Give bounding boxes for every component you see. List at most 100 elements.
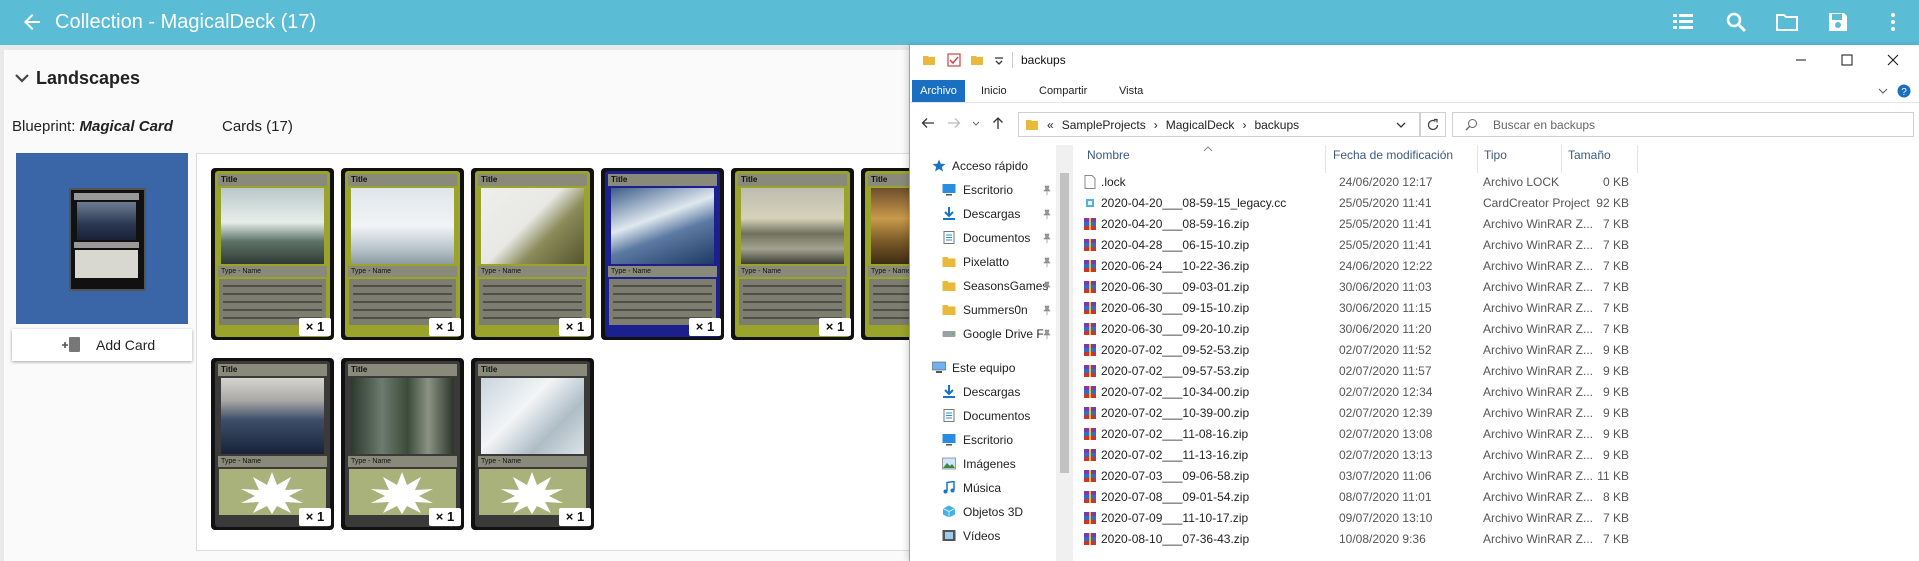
file-row[interactable]: .lock 24/06/2020 12:17 Archivo LOCK 0 KB [1075,172,1919,193]
file-row[interactable]: 2020-07-02___11-08-16.zip 02/07/2020 13:0… [1075,424,1919,445]
card-item[interactable]: Title Type - Name × 1 [471,358,594,530]
minimize-icon[interactable] [1778,48,1824,72]
file-row[interactable]: 2020-04-20___08-59-15_legacy.cc 25/05/202… [1075,193,1919,214]
card-quantity-badge[interactable]: × 1 [429,508,461,526]
card-quantity-badge[interactable]: × 1 [559,318,591,336]
chevron-down-icon[interactable] [1395,120,1407,130]
file-row[interactable]: 2020-06-30___09-20-10.zip 30/06/2020 11:2… [1075,319,1919,340]
add-card-button[interactable]: Add Card [12,329,192,361]
new-folder-icon[interactable] [970,53,984,67]
nav-item[interactable]: Documentos [910,228,1056,248]
nav-item[interactable]: Acceso rápido [910,156,1056,176]
file-row[interactable]: 2020-07-03___09-06-58.zip 03/07/2020 11:0… [1075,466,1919,487]
file-row[interactable]: 2020-04-20___08-59-16.zip 25/05/2020 11:4… [1075,214,1919,235]
col-type[interactable]: Tipo [1484,148,1507,162]
nav-item[interactable]: Pixelatto [910,252,1056,272]
card-quantity-badge[interactable]: × 1 [689,318,721,336]
col-date[interactable]: Fecha de modificación [1333,148,1453,162]
nav-item[interactable]: Descargas [910,382,1056,402]
card-item[interactable]: Title Type - Name × 1 [211,168,334,340]
file-row[interactable]: 2020-06-30___09-03-01.zip 30/06/2020 11:0… [1075,277,1919,298]
maximize-icon[interactable] [1824,48,1870,72]
nav-item[interactable]: Documentos [910,406,1056,426]
file-row[interactable]: 2020-07-02___11-13-16.zip 02/07/2020 13:1… [1075,445,1919,466]
refresh-button[interactable] [1420,112,1446,137]
help-icon[interactable]: ? [1897,84,1911,98]
section-header[interactable]: Landscapes [14,68,140,89]
nav-item[interactable]: Descargas [910,204,1056,224]
winrar-icon [1083,364,1097,378]
close-icon[interactable] [1870,48,1916,72]
nav-item[interactable]: Google Drive F [910,324,1056,344]
nav-item[interactable]: Música [910,478,1056,498]
tab-compartir[interactable]: Compartir [1039,85,1087,97]
file-name: 2020-06-30___09-03-01.zip [1101,280,1250,294]
file-row[interactable]: 2020-08-10___07-36-43.zip 10/08/2020 9:36… [1075,529,1919,550]
expand-ribbon-icon[interactable] [1878,87,1888,95]
nav-item-label: Google Drive F [963,327,1044,341]
nav-scrollbar[interactable] [1056,145,1073,561]
file-row[interactable]: 2020-06-30___09-15-10.zip 30/06/2020 11:1… [1075,298,1919,319]
card-item[interactable]: Title Type - Name × 1 [341,358,464,530]
col-name[interactable]: Nombre [1087,148,1130,162]
nav-item[interactable]: Este equipo [910,358,1056,378]
forward-arrow-icon[interactable] [946,115,962,131]
search-icon[interactable] [1723,10,1749,34]
card-item[interactable]: Title Type - Name × 1 [861,168,910,340]
file-row[interactable]: 2020-07-09___11-10-17.zip 09/07/2020 13:1… [1075,508,1919,529]
nav-item[interactable]: Summers0n [910,300,1056,320]
file-row[interactable]: 2020-06-24___10-22-36.zip 24/06/2020 12:2… [1075,256,1919,277]
file-row[interactable]: 2020-07-02___09-52-53.zip 02/07/2020 11:5… [1075,340,1919,361]
card-quantity-badge[interactable]: × 1 [429,318,461,336]
file-row[interactable]: 2020-07-02___10-34-00.zip 02/07/2020 12:3… [1075,382,1919,403]
nav-item[interactable]: Escritorio [910,430,1056,450]
list-icon[interactable] [1670,10,1696,34]
nav-item[interactable]: Escritorio [910,180,1056,200]
card-item[interactable]: Title Type - Name × 1 [601,168,724,340]
address-bar[interactable]: «SampleProjects › MagicalDeck › backups [1018,112,1420,137]
card-quantity-badge[interactable]: × 1 [819,318,851,336]
card-quantity-badge[interactable]: × 1 [299,318,331,336]
properties-icon[interactable] [947,53,961,67]
documents-icon [942,409,956,422]
chevron-down-icon[interactable] [992,53,1006,67]
card-item[interactable]: Title Type - Name × 1 [731,168,854,340]
card-item[interactable]: Title Type - Name × 1 [341,168,464,340]
back-arrow-icon[interactable] [18,10,46,34]
file-row[interactable]: 2020-07-02___10-39-00.zip 02/07/2020 12:3… [1075,403,1919,424]
nav-item-label: SeasonsGames [963,279,1049,293]
tab-archivo[interactable]: Archivo [912,80,965,102]
tab-vista[interactable]: Vista [1119,85,1143,97]
file-row[interactable]: 2020-07-02___09-57-53.zip 02/07/2020 11:5… [1075,361,1919,382]
nav-item[interactable]: SeasonsGames [910,276,1056,296]
card-type: Type - Name [218,456,327,467]
card-title: Title [348,174,457,186]
file-date: 02/07/2020 13:13 [1339,448,1433,462]
nav-item[interactable]: Objetos 3D [910,502,1056,522]
card-item[interactable]: Title Type - Name × 1 [471,168,594,340]
file-row[interactable]: 2020-07-08___09-01-54.zip 08/07/2020 11:0… [1075,487,1919,508]
card-item[interactable]: Title Type - Name × 1 [211,358,334,530]
blueprint-thumbnail[interactable] [16,153,188,324]
back-arrow-icon[interactable] [920,115,936,131]
file-name: 2020-07-02___09-52-53.zip [1101,343,1250,357]
more-vert-icon[interactable] [1880,10,1906,34]
card-artwork [481,188,584,264]
save-icon[interactable] [1825,10,1851,34]
card-quantity-badge[interactable]: × 1 [559,508,591,526]
breadcrumb[interactable]: «SampleProjects › MagicalDeck › backups [1047,118,1307,132]
blueprint-card-preview [69,188,146,291]
up-arrow-icon[interactable] [990,115,1006,131]
search-input[interactable]: Buscar en backups [1452,112,1914,137]
file-row[interactable]: 2020-04-28___06-15-10.zip 25/05/2020 11:4… [1075,235,1919,256]
tab-inicio[interactable]: Inicio [981,85,1007,97]
nav-item[interactable]: Imágenes [910,454,1056,474]
card-title: Title [478,174,587,186]
col-size[interactable]: Tamaño [1568,148,1611,162]
nav-item[interactable]: Vídeos [910,526,1056,546]
scrollbar-thumb[interactable] [1060,173,1069,473]
blueprint-name[interactable]: Magical Card [80,118,173,135]
card-quantity-badge[interactable]: × 1 [299,508,331,526]
recent-chevron-icon[interactable] [968,115,984,131]
folder-icon[interactable] [1774,10,1800,34]
